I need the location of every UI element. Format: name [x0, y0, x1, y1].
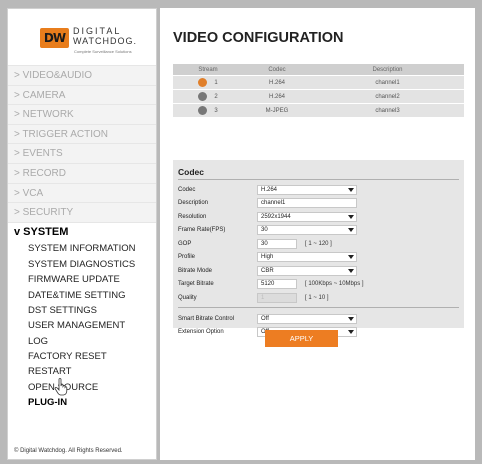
- codec-row: Codec H.264: [178, 183, 459, 196]
- quality-label: Quality: [178, 294, 197, 301]
- frame-rate-select[interactable]: 30: [257, 225, 357, 235]
- gop-row: GOP 30 [ 1 ~ 120 ]: [178, 237, 459, 250]
- stream-status-dot-icon: [198, 92, 208, 101]
- stream-description: channel3: [375, 107, 400, 114]
- dropdown-arrow-icon: [348, 228, 354, 232]
- copyright-text: © Digital Watchdog. All Rights Reserved.: [14, 448, 123, 454]
- target-bitrate-row: Target Bitrate 5120 [ 100Kbps ~ 10Mbps ]: [178, 278, 459, 291]
- quality-input: 1: [257, 292, 297, 303]
- stream-row-2[interactable]: 2 H.264 channel2: [173, 89, 464, 103]
- quality-range-hint: [ 1 ~ 10 ]: [305, 294, 329, 301]
- sidebar-subitem-log[interactable]: LOG: [8, 333, 156, 350]
- stream-table: Stream Codec Description 1 H.264 channel…: [173, 64, 464, 117]
- resolution-label: Resolution: [178, 213, 207, 220]
- frame-rate-label: Frame Rate(FPS): [178, 227, 226, 233]
- main-content: VIDEO CONFIGURATION Stream Codec Descrip…: [160, 8, 475, 460]
- sidebar-item-camera[interactable]: > CAMERA: [8, 84, 156, 105]
- sidebar-item-trigger-action[interactable]: > TRIGGER ACTION: [8, 123, 156, 144]
- bitrate-mode-select[interactable]: CBR: [257, 265, 357, 276]
- sidebar-subitem-factory-reset[interactable]: FACTORY RESET: [8, 349, 156, 365]
- dropdown-arrow-icon: [348, 330, 354, 334]
- smart-bitrate-row: Smart Bitrate Control Off: [178, 312, 459, 325]
- stream-row-3[interactable]: 3 M-JPEG channel3: [173, 103, 464, 117]
- profile-label: Profile: [178, 254, 196, 260]
- stream-table-header: Stream Codec Description: [173, 64, 464, 75]
- page-title: VIDEO CONFIGURATION: [173, 30, 344, 46]
- stream-codec: H.264: [268, 93, 285, 100]
- codec-label: Codec: [178, 186, 196, 193]
- dropdown-arrow-icon: [348, 187, 354, 192]
- sidebar-item-vca[interactable]: > VCA: [8, 182, 156, 203]
- apply-button[interactable]: APPLY: [265, 330, 338, 347]
- bitrate-mode-label: Bitrate Mode: [178, 267, 213, 274]
- stream-row-1[interactable]: 1 H.264 channel1: [173, 75, 464, 89]
- sidebar-subitem-system-information[interactable]: SYSTEM INFORMATION: [8, 241, 156, 257]
- column-header-codec: Codec: [268, 66, 286, 73]
- panel-title: Codec: [178, 167, 459, 180]
- stream-number: 2: [214, 93, 218, 100]
- sidebar-item-video-audio[interactable]: > VIDEO&AUDIO: [8, 65, 156, 85]
- stream-status-dot-icon: [198, 78, 208, 87]
- stream-description: channel2: [375, 93, 400, 100]
- sidebar-subitem-user-management[interactable]: USER MANAGEMENT: [8, 318, 156, 334]
- profile-select[interactable]: High: [257, 252, 357, 262]
- sidebar-item-system[interactable]: v SYSTEM: [8, 221, 156, 242]
- sidebar-subitem-system-diagnostics[interactable]: SYSTEM DIAGNOSTICS: [8, 256, 156, 273]
- frame-rate-row: Frame Rate(FPS) 30: [178, 224, 459, 237]
- stream-description: channel1: [375, 79, 400, 86]
- hand-cursor-icon: [54, 378, 68, 396]
- dropdown-arrow-icon: [348, 255, 354, 259]
- resolution-select[interactable]: 2592x1944: [257, 211, 357, 222]
- sidebar-item-network[interactable]: > NETWORK: [8, 104, 156, 124]
- logo-text-watchdog: WATCHDOG.: [73, 36, 137, 46]
- divider: [178, 307, 459, 308]
- sidebar-item-events[interactable]: > EVENTS: [8, 143, 156, 163]
- bitrate-mode-row: Bitrate Mode CBR: [178, 264, 459, 277]
- column-header-stream: Stream: [198, 66, 218, 73]
- codec-settings-panel: Codec Codec H.264 Description channel1 R…: [173, 160, 464, 337]
- sidebar: DW DIGITAL WATCHDOG. Complete Surveillan…: [7, 8, 157, 460]
- column-header-description: Description: [372, 66, 403, 73]
- dropdown-arrow-icon: [348, 316, 354, 321]
- stream-codec: H.264: [268, 79, 285, 86]
- target-bitrate-label: Target Bitrate: [178, 281, 214, 287]
- logo-mark: DW: [40, 28, 69, 48]
- logo-tagline: Complete Surveillance Solutions: [74, 49, 132, 54]
- smart-bitrate-label: Smart Bitrate Control: [178, 315, 235, 322]
- stream-codec: M-JPEG: [265, 107, 289, 114]
- stream-status-dot-icon: [198, 106, 208, 115]
- sidebar-subitem-dst-settings[interactable]: DST SETTINGS: [8, 302, 156, 319]
- smart-bitrate-select[interactable]: Off: [257, 313, 357, 324]
- description-input[interactable]: channel1: [257, 198, 357, 208]
- gop-range-hint: [ 1 ~ 120 ]: [305, 240, 332, 247]
- target-bitrate-range-hint: [ 100Kbps ~ 10Mbps ]: [305, 281, 364, 287]
- target-bitrate-input[interactable]: 5120: [257, 279, 297, 289]
- codec-select[interactable]: H.264: [257, 184, 357, 195]
- dropdown-arrow-icon: [348, 214, 354, 219]
- sidebar-item-record[interactable]: > RECORD: [8, 162, 156, 183]
- gop-label: GOP: [178, 240, 192, 247]
- profile-row: Profile High: [178, 251, 459, 264]
- logo-text-digital: DIGITAL: [73, 26, 122, 36]
- gop-input[interactable]: 30: [257, 238, 297, 249]
- stream-number: 1: [214, 79, 218, 86]
- sidebar-subitem-open-source[interactable]: OPEN SOURCE: [8, 379, 156, 396]
- description-row: Description channel1: [178, 197, 459, 210]
- description-label: Description: [178, 200, 209, 206]
- sidebar-subitem-firmware-update[interactable]: FIRMWARE UPDATE: [8, 272, 156, 288]
- sidebar-subitem-restart[interactable]: RESTART: [8, 364, 156, 380]
- sidebar-subitem-datetime-setting[interactable]: DATE&TIME SETTING: [8, 287, 156, 303]
- sidebar-item-security[interactable]: > SECURITY: [8, 202, 156, 222]
- resolution-row: Resolution 2592x1944: [178, 210, 459, 223]
- quality-row: Quality 1 [ 1 ~ 10 ]: [178, 291, 459, 304]
- sidebar-subitem-plug-in[interactable]: PLUG-IN: [8, 395, 156, 411]
- dropdown-arrow-icon: [348, 268, 354, 273]
- stream-number: 3: [214, 107, 218, 114]
- logo[interactable]: DW DIGITAL WATCHDOG. Complete Surveillan…: [8, 9, 156, 65]
- extension-option-label: Extension Option: [178, 329, 224, 335]
